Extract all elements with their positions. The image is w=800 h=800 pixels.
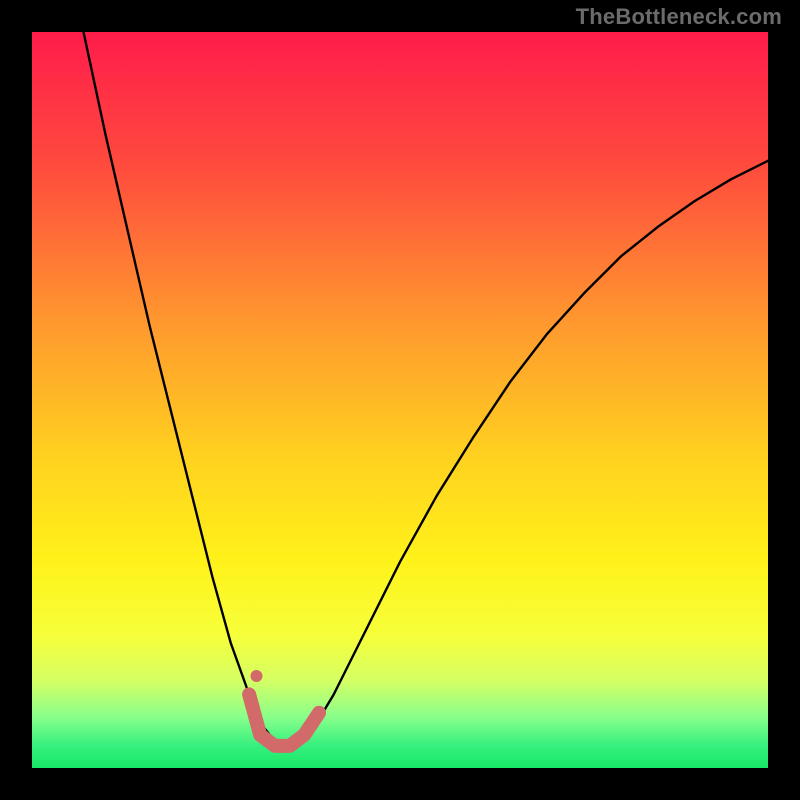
bottleneck-chart [32,32,768,768]
chart-frame: TheBottleneck.com [0,0,800,800]
plot-area [32,32,768,768]
watermark-label: TheBottleneck.com [576,4,782,30]
gradient-background [32,32,768,768]
marker-optimal-dot [250,670,262,682]
